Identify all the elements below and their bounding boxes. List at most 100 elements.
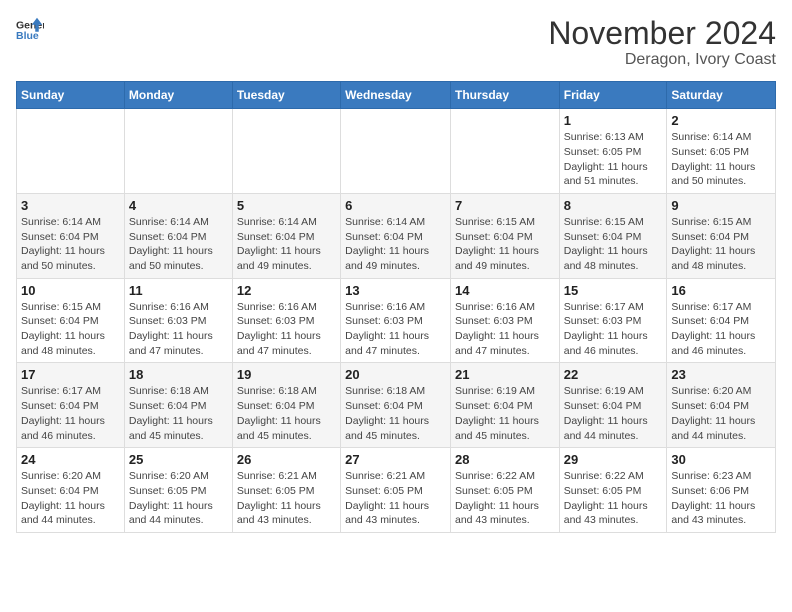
table-row: 4Sunrise: 6:14 AMSunset: 6:04 PMDaylight… — [124, 193, 232, 278]
day-detail: Daylight: 11 hours and 43 minutes. — [455, 499, 555, 528]
day-detail: Sunset: 6:04 PM — [21, 230, 120, 245]
table-row: 15 Sunrise: 6:17 AMSunset: 6:03 PMDayligh… — [559, 278, 667, 363]
day-detail: Sunrise: 6:15 AM — [455, 215, 555, 230]
header-friday: Friday — [559, 82, 667, 109]
calendar-week-row: 17Sunrise: 6:17 AMSunset: 6:04 PMDayligh… — [17, 363, 776, 448]
calendar-table: Sunday Monday Tuesday Wednesday Thursday… — [16, 81, 776, 533]
header-thursday: Thursday — [450, 82, 559, 109]
day-detail: Daylight: 11 hours and 49 minutes. — [237, 244, 336, 273]
day-detail: Daylight: 11 hours and 49 minutes. — [345, 244, 446, 273]
day-number: 23 — [671, 367, 771, 382]
day-detail: Sunrise: 6:16 AM — [129, 300, 228, 315]
day-number: 25 — [129, 452, 228, 467]
day-number: 15 — [564, 283, 663, 298]
day-detail: Daylight: 11 hours and 43 minutes. — [671, 499, 771, 528]
day-detail: Sunrise: 6:20 AM — [671, 384, 771, 399]
day-number: 30 — [671, 452, 771, 467]
header: General Blue November 2024 Deragon, Ivor… — [16, 16, 776, 69]
table-row: 19Sunrise: 6:18 AMSunset: 6:04 PMDayligh… — [232, 363, 340, 448]
table-row: 27Sunrise: 6:21 AMSunset: 6:05 PMDayligh… — [341, 448, 451, 533]
day-detail: Sunrise: 6:17 AM — [671, 300, 771, 315]
day-detail: Sunrise: 6:17 AM — [564, 300, 663, 315]
day-number: 11 — [129, 283, 228, 298]
day-detail: Sunset: 6:04 PM — [345, 230, 446, 245]
day-detail: Sunset: 6:04 PM — [564, 399, 663, 414]
day-detail: Sunrise: 6:14 AM — [671, 130, 771, 145]
day-detail: Daylight: 11 hours and 45 minutes. — [455, 414, 555, 443]
day-detail: Daylight: 11 hours and 50 minutes. — [129, 244, 228, 273]
day-detail: Sunset: 6:03 PM — [237, 314, 336, 329]
day-detail: Daylight: 11 hours and 44 minutes. — [564, 414, 663, 443]
day-number: 3 — [21, 198, 120, 213]
page-title: November 2024 — [548, 16, 776, 51]
day-detail: Sunrise: 6:15 AM — [21, 300, 120, 315]
day-detail: Sunrise: 6:16 AM — [455, 300, 555, 315]
day-detail: Sunset: 6:04 PM — [237, 230, 336, 245]
table-row: 23Sunrise: 6:20 AMSunset: 6:04 PMDayligh… — [667, 363, 776, 448]
day-detail: Sunrise: 6:19 AM — [455, 384, 555, 399]
day-detail: Sunset: 6:05 PM — [237, 484, 336, 499]
day-detail: Daylight: 11 hours and 47 minutes. — [237, 329, 336, 358]
day-number: 5 — [237, 198, 336, 213]
day-detail: Sunrise: 6:18 AM — [129, 384, 228, 399]
day-detail: Sunset: 6:04 PM — [455, 230, 555, 245]
day-detail: Sunrise: 6:16 AM — [345, 300, 446, 315]
day-detail: Sunrise: 6:14 AM — [21, 215, 120, 230]
day-number: 4 — [129, 198, 228, 213]
day-detail: Daylight: 11 hours and 48 minutes. — [671, 244, 771, 273]
day-detail: Sunrise: 6:14 AM — [345, 215, 446, 230]
day-detail: Sunrise: 6:13 AM — [564, 130, 663, 145]
day-number: 10 — [21, 283, 120, 298]
day-detail: Sunset: 6:04 PM — [455, 399, 555, 414]
day-detail: Daylight: 11 hours and 47 minutes. — [345, 329, 446, 358]
day-number: 21 — [455, 367, 555, 382]
day-detail: Sunset: 6:05 PM — [345, 484, 446, 499]
day-detail: Sunset: 6:04 PM — [21, 399, 120, 414]
day-detail: Sunset: 6:04 PM — [129, 399, 228, 414]
day-number: 20 — [345, 367, 446, 382]
table-row: 18 Sunrise: 6:18 AMSunset: 6:04 PMDayligh… — [124, 363, 232, 448]
day-number: 8 — [564, 198, 663, 213]
day-detail: Daylight: 11 hours and 46 minutes. — [564, 329, 663, 358]
day-number: 7 — [455, 198, 555, 213]
day-detail: Daylight: 11 hours and 45 minutes. — [129, 414, 228, 443]
day-number: 19 — [237, 367, 336, 382]
table-row: 24Sunrise: 6:20 AMSunset: 6:04 PMDayligh… — [17, 448, 125, 533]
day-detail: Sunrise: 6:23 AM — [671, 469, 771, 484]
table-row: 26Sunrise: 6:21 AMSunset: 6:05 PMDayligh… — [232, 448, 340, 533]
page-subtitle: Deragon, Ivory Coast — [548, 51, 776, 69]
day-detail: Sunset: 6:03 PM — [564, 314, 663, 329]
table-row: 6 Sunrise: 6:14 AMSunset: 6:04 PMDaylight… — [341, 193, 451, 278]
day-detail: Daylight: 11 hours and 45 minutes. — [237, 414, 336, 443]
day-number: 17 — [21, 367, 120, 382]
table-row — [232, 109, 340, 194]
day-detail: Sunset: 6:03 PM — [129, 314, 228, 329]
day-detail: Sunrise: 6:15 AM — [671, 215, 771, 230]
day-detail: Sunrise: 6:16 AM — [237, 300, 336, 315]
table-row — [124, 109, 232, 194]
day-detail: Daylight: 11 hours and 49 minutes. — [455, 244, 555, 273]
day-detail: Sunrise: 6:18 AM — [345, 384, 446, 399]
day-detail: Sunrise: 6:20 AM — [129, 469, 228, 484]
calendar-week-row: 3Sunrise: 6:14 AMSunset: 6:04 PMDaylight… — [17, 193, 776, 278]
day-detail: Sunset: 6:03 PM — [345, 314, 446, 329]
day-number: 29 — [564, 452, 663, 467]
day-number: 2 — [671, 113, 771, 128]
header-tuesday: Tuesday — [232, 82, 340, 109]
table-row: 14Sunrise: 6:16 AMSunset: 6:03 PMDayligh… — [450, 278, 559, 363]
day-detail: Daylight: 11 hours and 46 minutes. — [21, 414, 120, 443]
day-detail: Daylight: 11 hours and 43 minutes. — [345, 499, 446, 528]
day-detail: Sunset: 6:04 PM — [671, 399, 771, 414]
header-sunday: Sunday — [17, 82, 125, 109]
table-row: 3Sunrise: 6:14 AMSunset: 6:04 PMDaylight… — [17, 193, 125, 278]
table-row: 2Sunrise: 6:14 AMSunset: 6:05 PMDaylight… — [667, 109, 776, 194]
day-number: 6 — [345, 198, 446, 213]
day-detail: Sunrise: 6:21 AM — [237, 469, 336, 484]
day-detail: Sunset: 6:04 PM — [671, 314, 771, 329]
table-row: 10Sunrise: 6:15 AMSunset: 6:04 PMDayligh… — [17, 278, 125, 363]
day-detail: Daylight: 11 hours and 50 minutes. — [671, 160, 771, 189]
day-number: 18 — [129, 367, 228, 382]
day-detail: Sunset: 6:04 PM — [129, 230, 228, 245]
day-detail: Sunset: 6:05 PM — [564, 145, 663, 160]
table-row: 13Sunrise: 6:16 AMSunset: 6:03 PMDayligh… — [341, 278, 451, 363]
